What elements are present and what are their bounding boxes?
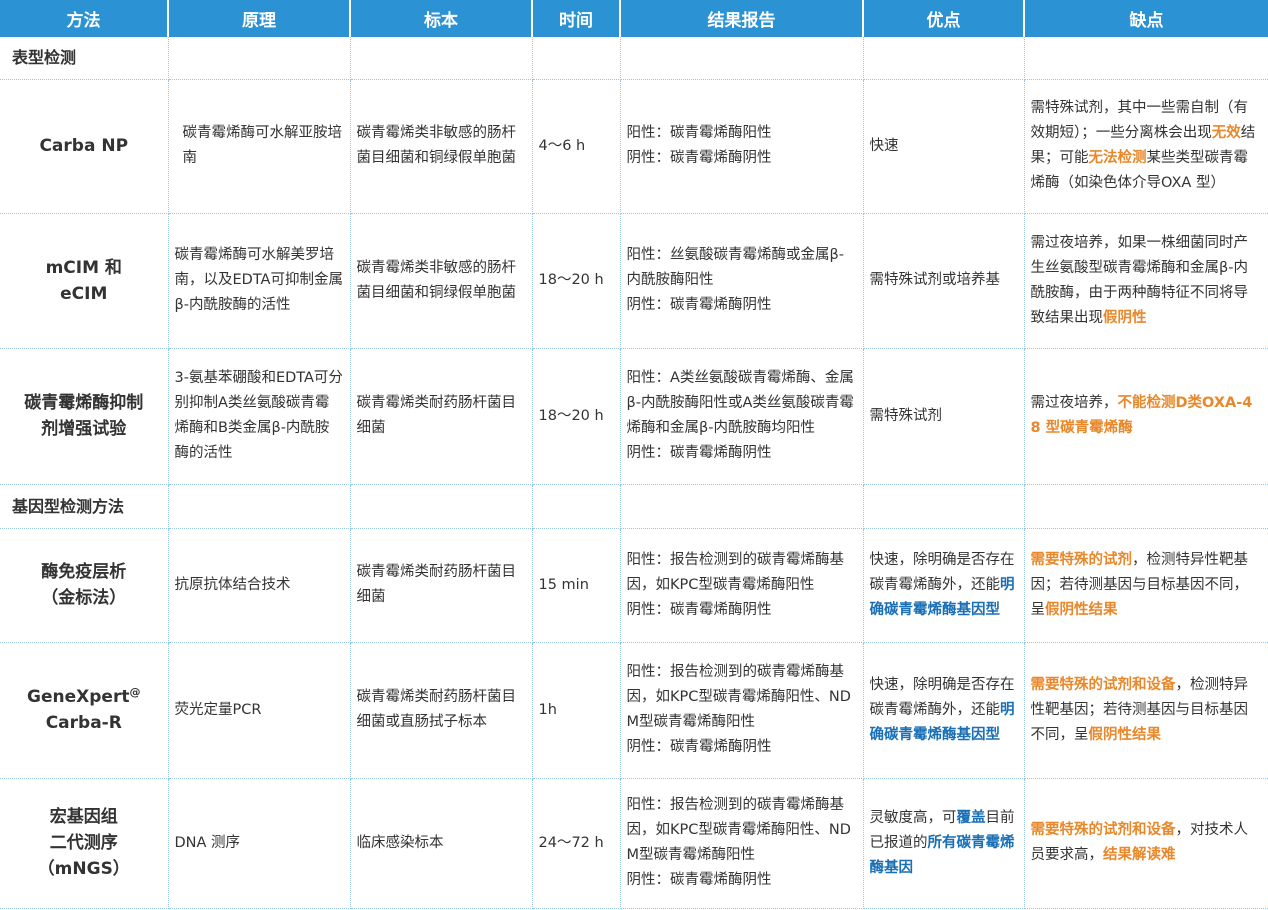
time-cell: 18～20 h — [532, 213, 621, 349]
highlight-text: 假阴性 — [1103, 309, 1147, 326]
disadvantage-cell: 需过夜培养，如果一株细菌同时产生丝氨酸型碳青霉烯酶和金属β-内酰胺酶，由于两种酶… — [1024, 213, 1268, 349]
disadvantage-cell: 需特殊试剂，其中一些需自制（有效期短）；一些分离株会出现无效结果；可能无法检测某… — [1024, 79, 1268, 214]
advantage-cell: 快速，除明确是否存在碳青霉烯酶外，还能明确碳青霉烯酶基因型 — [863, 528, 1025, 643]
specimen-cell: 碳青霉烯类耐药肠杆菌目细菌 — [350, 348, 533, 485]
result-cell: 阳性：报告检测到的碳青霉烯酶基因，如KPC型碳青霉烯酶阳性、NDM型碳青霉烯酶阳… — [620, 778, 864, 909]
header-row: 方法 原理 标本 时间 结果报告 优点 缺点 — [0, 0, 1268, 37]
header-result: 结果报告 — [620, 0, 864, 37]
principle-cell: 抗原抗体结合技术 — [168, 528, 351, 643]
time-cell: 1h — [532, 642, 621, 779]
disadvantage-cell: 需过夜培养，不能检测D类OXA-48 型碳青霉烯酶 — [1024, 348, 1268, 485]
principle-cell: 碳青霉烯酶可水解美罗培南，以及EDTA可抑制金属β-内酰胺酶的活性 — [168, 213, 351, 349]
principle-cell: 荧光定量PCR — [168, 642, 351, 779]
advantage-cell: 灵敏度高，可覆盖目前已报道的所有碳青霉烯酶基因 — [863, 778, 1025, 909]
result-negative: 阴性：碳青霉烯酶阴性 — [626, 297, 772, 313]
table-row: GeneXpert@ Carba-R 荧光定量PCR 碳青霉烯类耐药肠杆菌目细菌… — [0, 642, 1268, 779]
method-name: 宏基因组 二代测序 （mNGS） — [0, 778, 169, 909]
highlight-text: 假阴性结果 — [1088, 726, 1162, 743]
specimen-cell: 碳青霉烯类耐药肠杆菌目细菌 — [350, 528, 533, 643]
time-cell: 18～20 h — [532, 348, 621, 485]
result-negative: 阴性：碳青霉烯酶阴性 — [626, 601, 772, 618]
result-negative: 阴性：碳青霉烯酶阴性 — [626, 445, 772, 461]
result-cell: 阳性：报告检测到的碳青霉烯酶基因，如KPC型碳青霉烯酶阳性 阴性：碳青霉烯酶阴性 — [620, 528, 864, 643]
header-advantage: 优点 — [863, 0, 1025, 37]
result-cell: 阳性：碳青霉烯酶阳性 阴性：碳青霉烯酶阴性 — [620, 79, 864, 214]
table-row: 酶免疫层析 （金标法） 抗原抗体结合技术 碳青霉烯类耐药肠杆菌目细菌 15 mi… — [0, 528, 1268, 643]
result-positive: 阳性：报告检测到的碳青霉烯酶基因，如KPC型碳青霉烯酶阳性、NDM型碳青霉烯酶阳… — [626, 797, 851, 863]
specimen-cell: 碳青霉烯类非敏感的肠杆菌目细菌和铜绿假单胞菌 — [350, 213, 533, 349]
result-negative: 阴性：碳青霉烯酶阴性 — [626, 872, 772, 888]
header-disadvantage: 缺点 — [1024, 0, 1268, 37]
time-cell: 24～72 h — [532, 778, 621, 909]
highlight-text: 结果解读难 — [1103, 847, 1176, 863]
section-title-phenotype: 表型检测 — [0, 37, 169, 80]
advantage-cell: 快速 — [863, 79, 1025, 214]
section-row-genotype: 基因型检测方法 — [0, 484, 1268, 529]
specimen-cell: 碳青霉烯类非敏感的肠杆菌目细菌和铜绿假单胞菌 — [350, 79, 533, 214]
highlight-text: 需要特殊的试剂和设备 — [1030, 676, 1176, 693]
method-name: 碳青霉烯酶抑制 剂增强试验 — [0, 348, 169, 485]
comparison-table: 方法 原理 标本 时间 结果报告 优点 缺点 表型检测 Carba NP 碳青霉… — [0, 0, 1268, 909]
result-cell: 阳性：丝氨酸碳青霉烯酶或金属β-内酰胺酶阳性 阴性：碳青霉烯酶阴性 — [620, 213, 864, 349]
result-positive: 阳性：丝氨酸碳青霉烯酶或金属β-内酰胺酶阳性 — [626, 247, 845, 288]
header-specimen: 标本 — [350, 0, 533, 37]
result-positive: 阳性：A类丝氨酸碳青霉烯酶、金属β-内酰胺酶阳性或A类丝氨酸碳青霉烯酶和金属β-… — [626, 370, 854, 436]
table-row: 宏基因组 二代测序 （mNGS） DNA 测序 临床感染标本 24～72 h 阳… — [0, 778, 1268, 909]
table-row: 碳青霉烯酶抑制 剂增强试验 3-氨基苯硼酸和EDTA可分别抑制A类丝氨酸碳青霉烯… — [0, 348, 1268, 485]
result-negative: 阴性：碳青霉烯酶阴性 — [626, 150, 772, 166]
highlight-text: 覆盖 — [956, 809, 986, 826]
result-cell: 阳性：A类丝氨酸碳青霉烯酶、金属β-内酰胺酶阳性或A类丝氨酸碳青霉烯酶和金属β-… — [620, 348, 864, 485]
method-name: Carba NP — [0, 79, 169, 214]
highlight-text: 需要特殊的试剂和设备 — [1030, 822, 1176, 838]
highlight-text: 无效 — [1211, 125, 1241, 141]
principle-cell: 3-氨基苯硼酸和EDTA可分别抑制A类丝氨酸碳青霉烯酶和B类金属β-内酰胺酶的活… — [168, 348, 351, 485]
method-name: mCIM 和 eCIM — [0, 213, 169, 349]
specimen-cell: 碳青霉烯类耐药肠杆菌目细菌或直肠拭子标本 — [350, 642, 533, 779]
result-negative: 阴性：碳青霉烯酶阴性 — [626, 739, 772, 755]
advantage-cell: 需特殊试剂 — [863, 348, 1025, 485]
result-cell: 阳性：报告检测到的碳青霉烯酶基因，如KPC型碳青霉烯酶阳性、NDM型碳青霉烯酶阳… — [620, 642, 864, 779]
table-row: Carba NP 碳青霉烯酶可水解亚胺培南 碳青霉烯类非敏感的肠杆菌目细菌和铜绿… — [0, 79, 1268, 214]
highlight-text: 假阴性结果 — [1045, 601, 1118, 618]
header-time: 时间 — [532, 0, 621, 37]
principle-cell: DNA 测序 — [168, 778, 351, 909]
disadvantage-cell: 需要特殊的试剂，检测特异性靶基因；若待测基因与目标基因不同，呈假阴性结果 — [1024, 528, 1268, 643]
table-row: mCIM 和 eCIM 碳青霉烯酶可水解美罗培南，以及EDTA可抑制金属β-内酰… — [0, 213, 1268, 349]
header-principle: 原理 — [168, 0, 351, 37]
method-name: GeneXpert@ Carba-R — [0, 642, 169, 779]
time-cell: 15 min — [532, 528, 621, 643]
section-title-genotype: 基因型检测方法 — [0, 484, 169, 529]
header-method: 方法 — [0, 0, 169, 37]
method-name: 酶免疫层析 （金标法） — [0, 528, 169, 643]
disadvantage-cell: 需要特殊的试剂和设备，对技术人员要求高，结果解读难 — [1024, 778, 1268, 909]
result-positive: 阳性：碳青霉烯酶阳性 — [626, 125, 772, 141]
advantage-cell: 快速，除明确是否存在碳青霉烯酶外，还能明确碳青霉烯酶基因型 — [863, 642, 1025, 779]
highlight-text: 需要特殊的试剂 — [1030, 551, 1133, 568]
table-header: 方法 原理 标本 时间 结果报告 优点 缺点 — [0, 0, 1268, 37]
specimen-cell: 临床感染标本 — [350, 778, 533, 909]
result-positive: 阳性：报告检测到的碳青霉烯酶基因，如KPC型碳青霉烯酶阳性 — [626, 551, 845, 593]
section-row-phenotype: 表型检测 — [0, 37, 1268, 80]
highlight-text: 无法检测 — [1088, 150, 1147, 166]
principle-cell: 碳青霉烯酶可水解亚胺培南 — [168, 79, 351, 214]
advantage-cell: 需特殊试剂或培养基 — [863, 213, 1025, 349]
time-cell: 4～6 h — [532, 79, 621, 214]
result-positive: 阳性：报告检测到的碳青霉烯酶基因，如KPC型碳青霉烯酶阳性、NDM型碳青霉烯酶阳… — [626, 664, 851, 730]
disadvantage-cell: 需要特殊的试剂和设备，检测特异性靶基因；若待测基因与目标基因不同，呈假阴性结果 — [1024, 642, 1268, 779]
